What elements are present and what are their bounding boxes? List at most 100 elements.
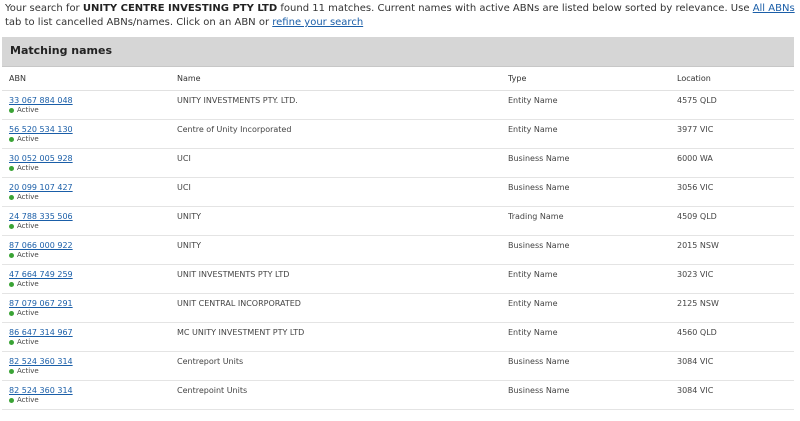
status-badge: Active	[9, 280, 170, 288]
type-cell: Business Name	[501, 148, 670, 178]
abn-link[interactable]: 87 066 000 922	[9, 236, 170, 250]
entity-name: UNIT CENTRAL INCORPORATED	[177, 299, 301, 308]
status-badge: Active	[9, 164, 170, 172]
name-cell: Centre of Unity Incorporated	[170, 119, 501, 149]
active-status-icon	[9, 194, 14, 200]
abn-link[interactable]: 20 099 107 427	[9, 178, 170, 192]
search-query: UNITY CENTRE INVESTING PTY LTD	[82, 3, 278, 14]
active-status-icon	[9, 223, 14, 229]
table-row: 30 052 005 928 Active UCI Business Name 6000…	[2, 148, 794, 178]
location-cell: 4560 QLD	[670, 322, 794, 352]
type-cell: Entity Name	[501, 119, 670, 149]
table-row: 33 067 884 048 Active UNITY INVESTMENTS PT…	[2, 90, 794, 120]
column-header-name: Name	[170, 67, 501, 91]
name-type: Business Name	[508, 386, 570, 395]
summary-middle: found 11 matches. Current names with act…	[280, 3, 750, 14]
abn-link[interactable]: 24 788 335 506	[9, 207, 170, 221]
abn-cell: 30 052 005 928 Active	[2, 148, 170, 178]
status-badge: Active	[9, 106, 170, 114]
active-status-icon	[9, 281, 14, 287]
entity-name: UNITY INVESTMENTS PTY. LTD.	[177, 96, 298, 105]
type-cell: Business Name	[501, 177, 670, 207]
name-cell: UCI	[170, 148, 501, 178]
results-body: 33 067 884 048 Active UNITY INVESTMENTS PT…	[2, 90, 794, 410]
entity-name: Centrepoint Units	[177, 386, 248, 395]
matching-names-header: Matching names	[2, 37, 794, 67]
abn-link[interactable]: 30 052 005 928	[9, 149, 170, 163]
table-header-row: ABN Name Type Location	[2, 67, 794, 91]
name-cell: UNIT INVESTMENTS PTY LTD	[170, 264, 501, 294]
name-cell: UNITY	[170, 206, 501, 236]
active-status-icon	[9, 136, 14, 142]
abn-cell: 24 788 335 506 Active	[2, 206, 170, 236]
abn-cell: 56 520 534 130 Active	[2, 119, 170, 149]
name-type: Entity Name	[508, 96, 558, 105]
status-label: Active	[17, 280, 39, 288]
all-abns-link[interactable]: All ABNs	[753, 3, 795, 14]
summary-prefix: Your search for	[5, 3, 80, 14]
location-cell: 3023 VIC	[670, 264, 794, 294]
abn-cell: 33 067 884 048 Active	[2, 90, 170, 120]
status-label: Active	[17, 106, 39, 114]
location: 4575 QLD	[677, 96, 717, 105]
location: 4509 QLD	[677, 212, 717, 221]
status-badge: Active	[9, 193, 170, 201]
location-cell: 4575 QLD	[670, 90, 794, 120]
active-status-icon	[9, 339, 14, 345]
active-status-icon	[9, 107, 14, 113]
name-cell: UCI	[170, 177, 501, 207]
location-cell: 3084 VIC	[670, 351, 794, 381]
table-row: 86 647 314 967 Active MC UNITY INVESTMENT …	[2, 322, 794, 352]
abn-link[interactable]: 82 524 360 314	[9, 381, 170, 395]
name-type: Business Name	[508, 154, 570, 163]
refine-search-link[interactable]: refine your search	[272, 17, 363, 28]
abn-link[interactable]: 82 524 360 314	[9, 352, 170, 366]
entity-name: MC UNITY INVESTMENT PTY LTD	[177, 328, 305, 337]
status-label: Active	[17, 222, 39, 230]
abn-link[interactable]: 47 664 749 259	[9, 265, 170, 279]
status-badge: Active	[9, 338, 170, 346]
table-row: 82 524 360 314 Active Centreport Units Busi…	[2, 351, 794, 381]
name-type: Trading Name	[508, 212, 564, 221]
status-label: Active	[17, 338, 39, 346]
entity-name: UNIT INVESTMENTS PTY LTD	[177, 270, 290, 279]
results-table: ABN Name Type Location 33 067 884 048 Act…	[2, 67, 794, 410]
search-summary: Your search for UNITY CENTRE INVESTING P…	[5, 2, 795, 30]
name-cell: Centreport Units	[170, 351, 501, 381]
column-header-location: Location	[670, 67, 794, 91]
abn-cell: 82 524 360 314 Active	[2, 380, 170, 410]
summary-after-link: tab to list cancelled ABNs/names. Click …	[5, 17, 270, 28]
location-cell: 3084 VIC	[670, 380, 794, 410]
name-type: Entity Name	[508, 270, 558, 279]
location: 2125 NSW	[677, 299, 719, 308]
status-label: Active	[17, 396, 39, 404]
table-row: 82 524 360 314 Active Centrepoint Units Bus…	[2, 380, 794, 410]
entity-name: UNITY	[177, 212, 201, 221]
active-status-icon	[9, 252, 14, 258]
status-badge: Active	[9, 367, 170, 375]
abn-cell: 87 066 000 922 Active	[2, 235, 170, 265]
abn-link[interactable]: 86 647 314 967	[9, 323, 170, 337]
abn-link[interactable]: 33 067 884 048	[9, 91, 170, 105]
location: 3056 VIC	[677, 183, 714, 192]
status-label: Active	[17, 367, 39, 375]
location-cell: 4509 QLD	[670, 206, 794, 236]
name-cell: MC UNITY INVESTMENT PTY LTD	[170, 322, 501, 352]
type-cell: Business Name	[501, 380, 670, 410]
abn-link[interactable]: 56 520 534 130	[9, 120, 170, 134]
status-label: Active	[17, 135, 39, 143]
name-type: Business Name	[508, 241, 570, 250]
abn-cell: 47 664 749 259 Active	[2, 264, 170, 294]
status-label: Active	[17, 309, 39, 317]
location: 4560 QLD	[677, 328, 717, 337]
name-cell: UNIT CENTRAL INCORPORATED	[170, 293, 501, 323]
panel-title: Matching names	[10, 44, 113, 57]
status-badge: Active	[9, 396, 170, 404]
status-badge: Active	[9, 135, 170, 143]
location: 3023 VIC	[677, 270, 714, 279]
abn-link[interactable]: 87 079 067 291	[9, 294, 170, 308]
name-type: Business Name	[508, 183, 570, 192]
status-badge: Active	[9, 222, 170, 230]
abn-cell: 87 079 067 291 Active	[2, 293, 170, 323]
active-status-icon	[9, 310, 14, 316]
